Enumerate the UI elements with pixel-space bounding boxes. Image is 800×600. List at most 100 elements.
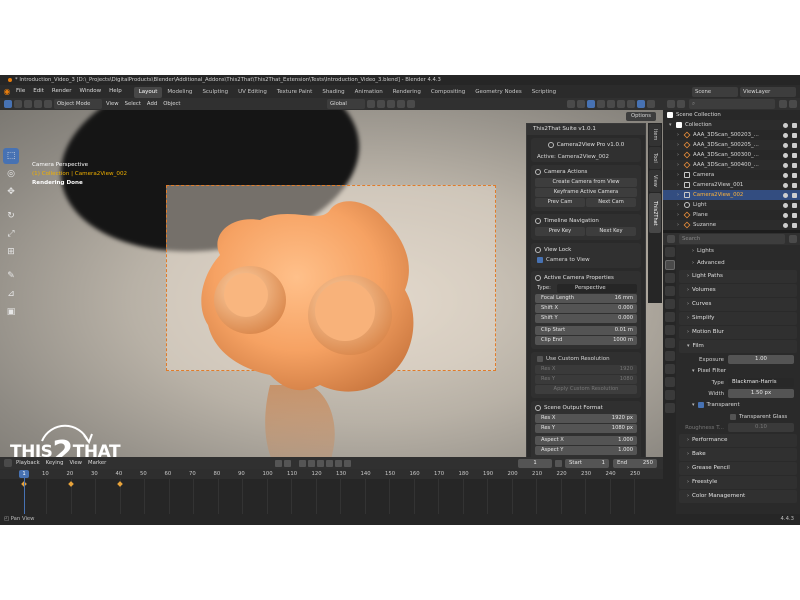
- camera-type-dropdown[interactable]: Perspective: [556, 283, 637, 293]
- tab-tool[interactable]: Tool: [649, 147, 661, 169]
- tool-props-icon[interactable]: [665, 247, 675, 257]
- next-key-button[interactable]: Next Key: [586, 227, 636, 236]
- menu-help[interactable]: Help: [105, 85, 126, 98]
- select-extend-icon[interactable]: [14, 100, 22, 108]
- outliner-item[interactable]: › AAA_3DScan_S00203_...: [663, 130, 800, 140]
- pivot-icon[interactable]: [367, 100, 375, 108]
- measure-tool-icon[interactable]: ⊿: [3, 286, 19, 302]
- tab-texture-paint[interactable]: Texture Paint: [272, 87, 318, 98]
- keyframe-marker[interactable]: [116, 481, 123, 487]
- aspect-x-field[interactable]: Aspect X 1.000: [535, 436, 637, 445]
- expand-arrow-icon[interactable]: ▾: [669, 120, 676, 130]
- jump-end-icon[interactable]: [343, 459, 351, 467]
- tab-modeling[interactable]: Modeling: [162, 87, 197, 98]
- snap-target-icon[interactable]: [387, 100, 395, 108]
- panel-light-paths[interactable]: › Light Paths: [679, 270, 797, 283]
- eye-icon[interactable]: [783, 172, 788, 178]
- menu-view[interactable]: View: [103, 99, 122, 109]
- start-frame-field[interactable]: Start 1: [565, 458, 610, 468]
- outliner-item[interactable]: › Camera2View_002: [663, 190, 800, 200]
- render-visibility-icon[interactable]: [792, 142, 797, 148]
- render-visibility-icon[interactable]: [792, 132, 797, 138]
- keyframe-camera-button[interactable]: Keyframe Active Camera: [535, 188, 637, 197]
- keyframe-marker[interactable]: [67, 481, 74, 487]
- shading-wire-icon[interactable]: [607, 100, 615, 108]
- menu-timeline-view[interactable]: View: [66, 458, 85, 468]
- shift-x-field[interactable]: Shift X 0.000: [535, 304, 637, 313]
- outliner-scene-collection[interactable]: Scene Collection: [663, 110, 800, 120]
- move-tool-icon[interactable]: ✥: [3, 184, 19, 200]
- current-frame-field[interactable]: 1: [518, 458, 553, 468]
- falloff-icon[interactable]: [407, 100, 415, 108]
- outliner-item[interactable]: › AAA_3DScan_S00400_...: [663, 160, 800, 170]
- visibility-icon[interactable]: [567, 100, 575, 108]
- render-visibility-icon[interactable]: [792, 202, 797, 208]
- panel-simplify[interactable]: › Simplify: [679, 312, 797, 325]
- playhead[interactable]: 1: [19, 470, 29, 478]
- output-res-y-field[interactable]: Res Y 1080 px: [535, 424, 637, 433]
- select-box-icon[interactable]: [4, 100, 12, 108]
- camera-to-view-checkbox[interactable]: [537, 257, 543, 263]
- custom-resolution-checkbox[interactable]: [537, 356, 543, 362]
- select-intersect-icon[interactable]: [44, 100, 52, 108]
- view-layer-selector[interactable]: ViewLayer: [740, 86, 796, 97]
- panel-curves[interactable]: › Curves: [679, 298, 797, 311]
- panel-grease-pencil[interactable]: › Grease Pencil: [679, 462, 797, 475]
- jump-start-icon[interactable]: [298, 459, 306, 467]
- shading-material-icon[interactable]: [627, 100, 635, 108]
- eye-icon[interactable]: [783, 122, 788, 128]
- display-mode-icon[interactable]: [677, 100, 685, 108]
- menu-window[interactable]: Window: [75, 85, 105, 98]
- world-props-icon[interactable]: [665, 312, 675, 322]
- timeline[interactable]: 1102030405060708090100110120130140150160…: [0, 469, 663, 514]
- render-visibility-icon[interactable]: [792, 172, 797, 178]
- rotate-tool-icon[interactable]: ↻: [3, 208, 19, 224]
- outliner-item[interactable]: › Suzanne: [663, 220, 800, 230]
- outliner-item[interactable]: › Camera2View_001: [663, 180, 800, 190]
- scale-tool-icon[interactable]: ⤢: [3, 226, 19, 242]
- filter-width-field[interactable]: 1.50 px: [728, 389, 794, 398]
- overlay-icon[interactable]: [587, 100, 595, 108]
- menu-add[interactable]: Add: [144, 99, 160, 109]
- panel-freestyle[interactable]: › Freestyle: [679, 476, 797, 489]
- snap-icon[interactable]: [377, 100, 385, 108]
- play-reverse-icon[interactable]: [316, 459, 324, 467]
- render-visibility-icon[interactable]: [792, 162, 797, 168]
- new-collection-icon[interactable]: [789, 100, 797, 108]
- next-cam-button[interactable]: Next Cam: [586, 198, 636, 207]
- camera-to-view-toggle[interactable]: Camera to View: [531, 255, 641, 265]
- menu-edit[interactable]: Edit: [29, 85, 48, 98]
- render-visibility-icon[interactable]: [792, 182, 797, 188]
- add-cube-tool-icon[interactable]: ▣: [3, 304, 19, 320]
- outliner-collection[interactable]: ▾ Collection: [663, 120, 800, 130]
- menu-select[interactable]: Select: [122, 99, 144, 109]
- transparent-checkbox[interactable]: [697, 401, 704, 408]
- eye-icon[interactable]: [783, 192, 788, 198]
- end-frame-field[interactable]: End 250: [613, 458, 658, 468]
- panel-film[interactable]: ▾ Film: [679, 340, 797, 353]
- panel-lights[interactable]: › Lights: [676, 245, 800, 257]
- transparent-subpanel[interactable]: ▾ Transparent: [676, 399, 800, 411]
- tab-compositing[interactable]: Compositing: [426, 87, 470, 98]
- tab-scripting[interactable]: Scripting: [527, 87, 561, 98]
- transform-orientation-dropdown[interactable]: Global: [327, 99, 365, 109]
- data-props-icon[interactable]: [665, 403, 675, 413]
- tab-uv-editing[interactable]: UV Editing: [233, 87, 272, 98]
- prev-keyframe-icon[interactable]: [307, 459, 315, 467]
- properties-search-input[interactable]: Search: [679, 234, 785, 244]
- eye-icon[interactable]: [783, 162, 788, 168]
- shading-solid-icon[interactable]: [617, 100, 625, 108]
- outliner-item[interactable]: › Camera: [663, 170, 800, 180]
- menu-object[interactable]: Object: [160, 99, 183, 109]
- pixel-filter-subpanel[interactable]: ▾ Pixel Filter: [676, 365, 800, 377]
- annotate-tool-icon[interactable]: ✎: [3, 268, 19, 284]
- cursor-tool-icon[interactable]: ◎: [3, 166, 19, 182]
- eye-icon[interactable]: [783, 182, 788, 188]
- panel-motion-blur[interactable]: › Motion Blur: [679, 326, 797, 339]
- prev-key-button[interactable]: Prev Key: [535, 227, 585, 236]
- transparent-glass-row[interactable]: Transparent Glass: [676, 411, 800, 422]
- shift-y-field[interactable]: Shift Y 0.000: [535, 314, 637, 323]
- expand-arrow-icon[interactable]: ›: [677, 190, 684, 200]
- menu-file[interactable]: File: [12, 85, 29, 98]
- next-keyframe-icon[interactable]: [334, 459, 342, 467]
